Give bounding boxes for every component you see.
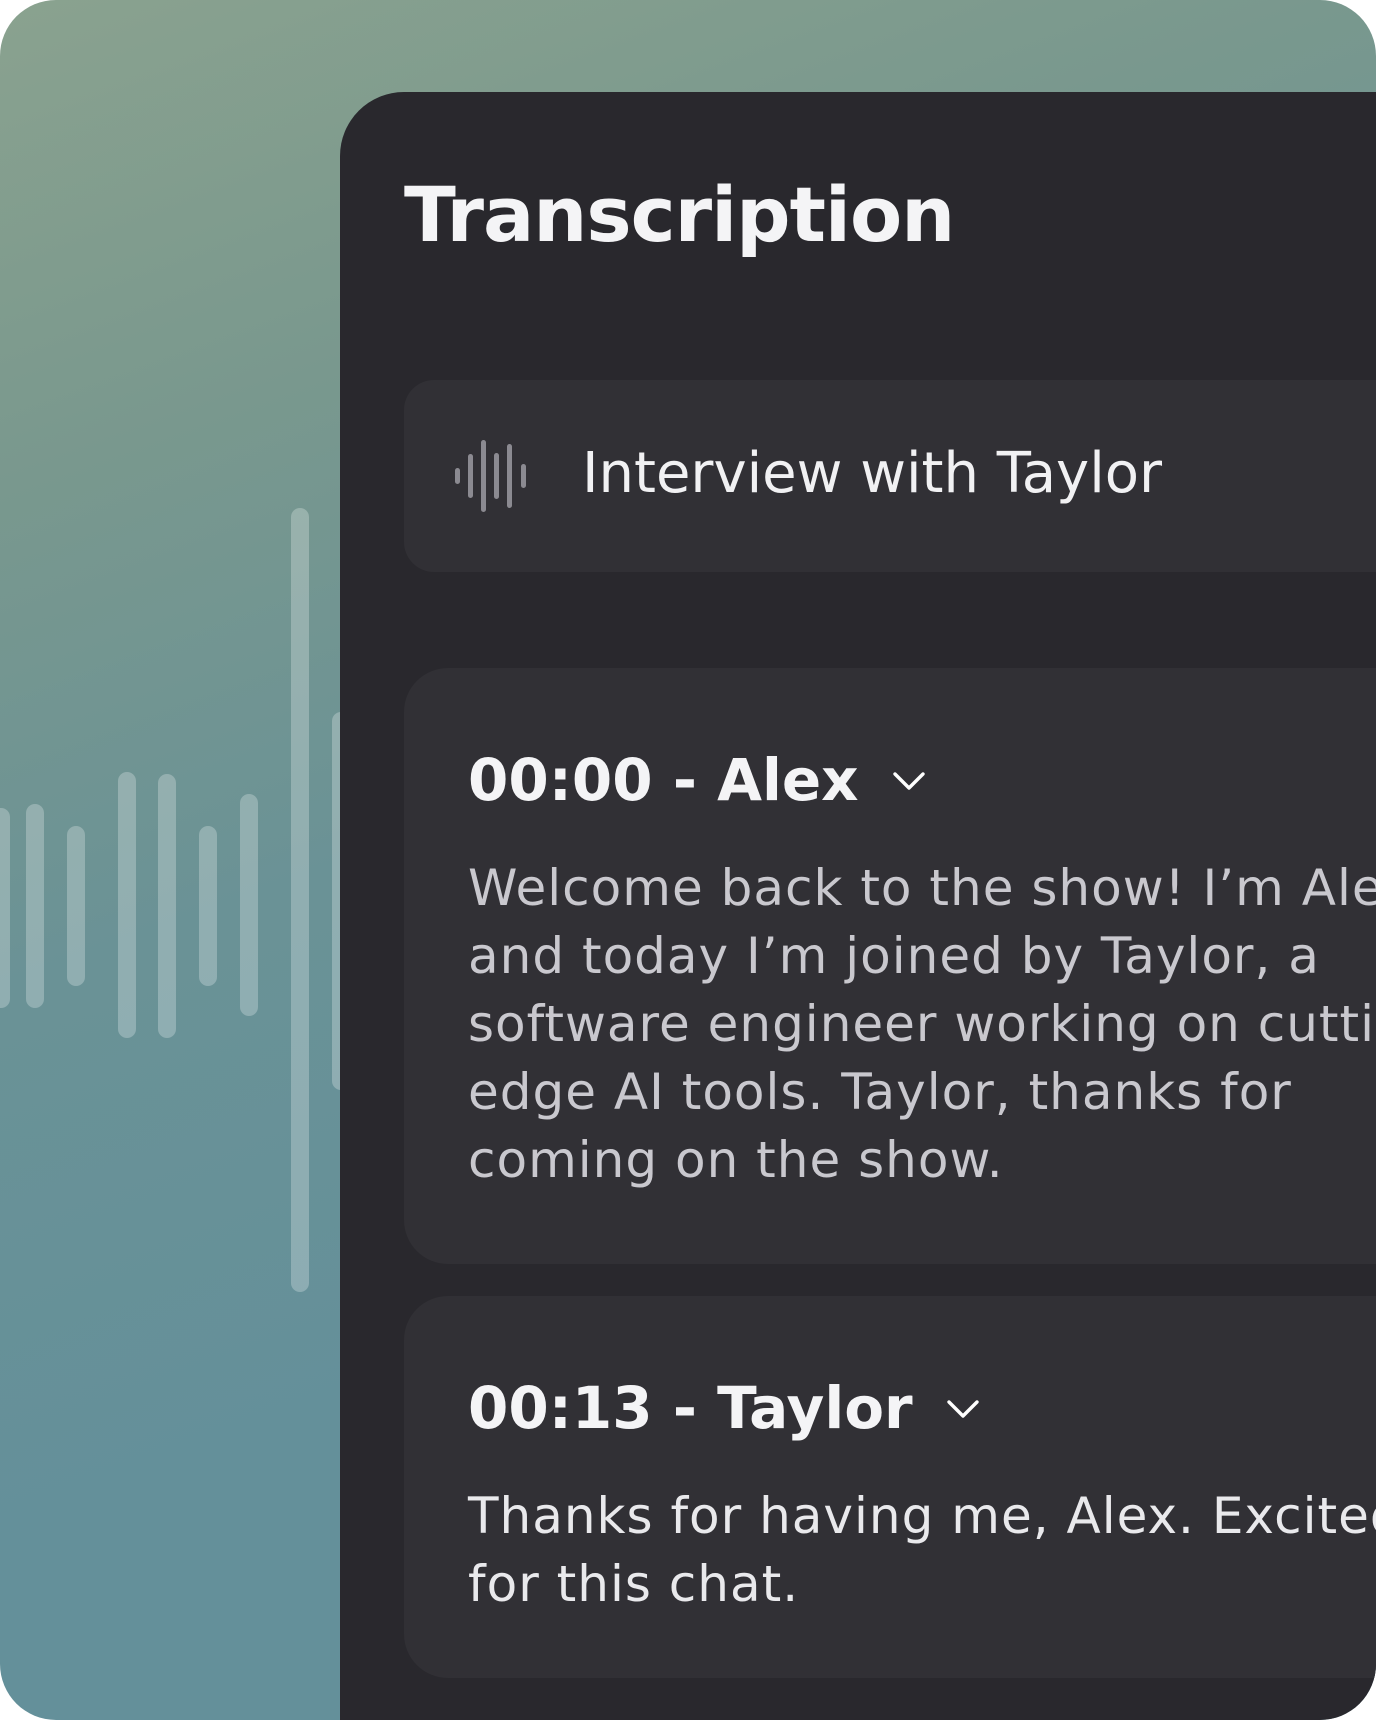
transcript-segment: 00:00 - Alex Welcome back to the show! I…	[404, 668, 1376, 1264]
transcription-panel: Transcription Interview with Taylor 00:0…	[340, 92, 1376, 1720]
segment-header: 00:13 - Taylor	[468, 1368, 983, 1448]
segment-text: Thanks for having me, Alex. Excited for …	[468, 1487, 1376, 1613]
segment-header: 00:00 - Alex	[468, 740, 929, 820]
chevron-down-icon[interactable]	[943, 1388, 983, 1428]
decorative-waveform	[0, 508, 350, 1292]
waveform-icon	[455, 440, 526, 512]
app-background: Transcription Interview with Taylor 00:0…	[0, 0, 1376, 1720]
segment-heading: 00:00 - Alex	[468, 746, 859, 814]
recording-card[interactable]: Interview with Taylor	[404, 380, 1376, 572]
transcript-segment: 00:13 - Taylor Thanks for having me, Ale…	[404, 1296, 1376, 1678]
segment-text: Welcome back to the show! I’m Alex, and …	[468, 859, 1376, 1189]
recording-name: Interview with Taylor	[582, 441, 1163, 506]
segment-heading: 00:13 - Taylor	[468, 1374, 913, 1442]
panel-title: Transcription	[404, 170, 955, 259]
chevron-down-icon[interactable]	[889, 760, 929, 800]
